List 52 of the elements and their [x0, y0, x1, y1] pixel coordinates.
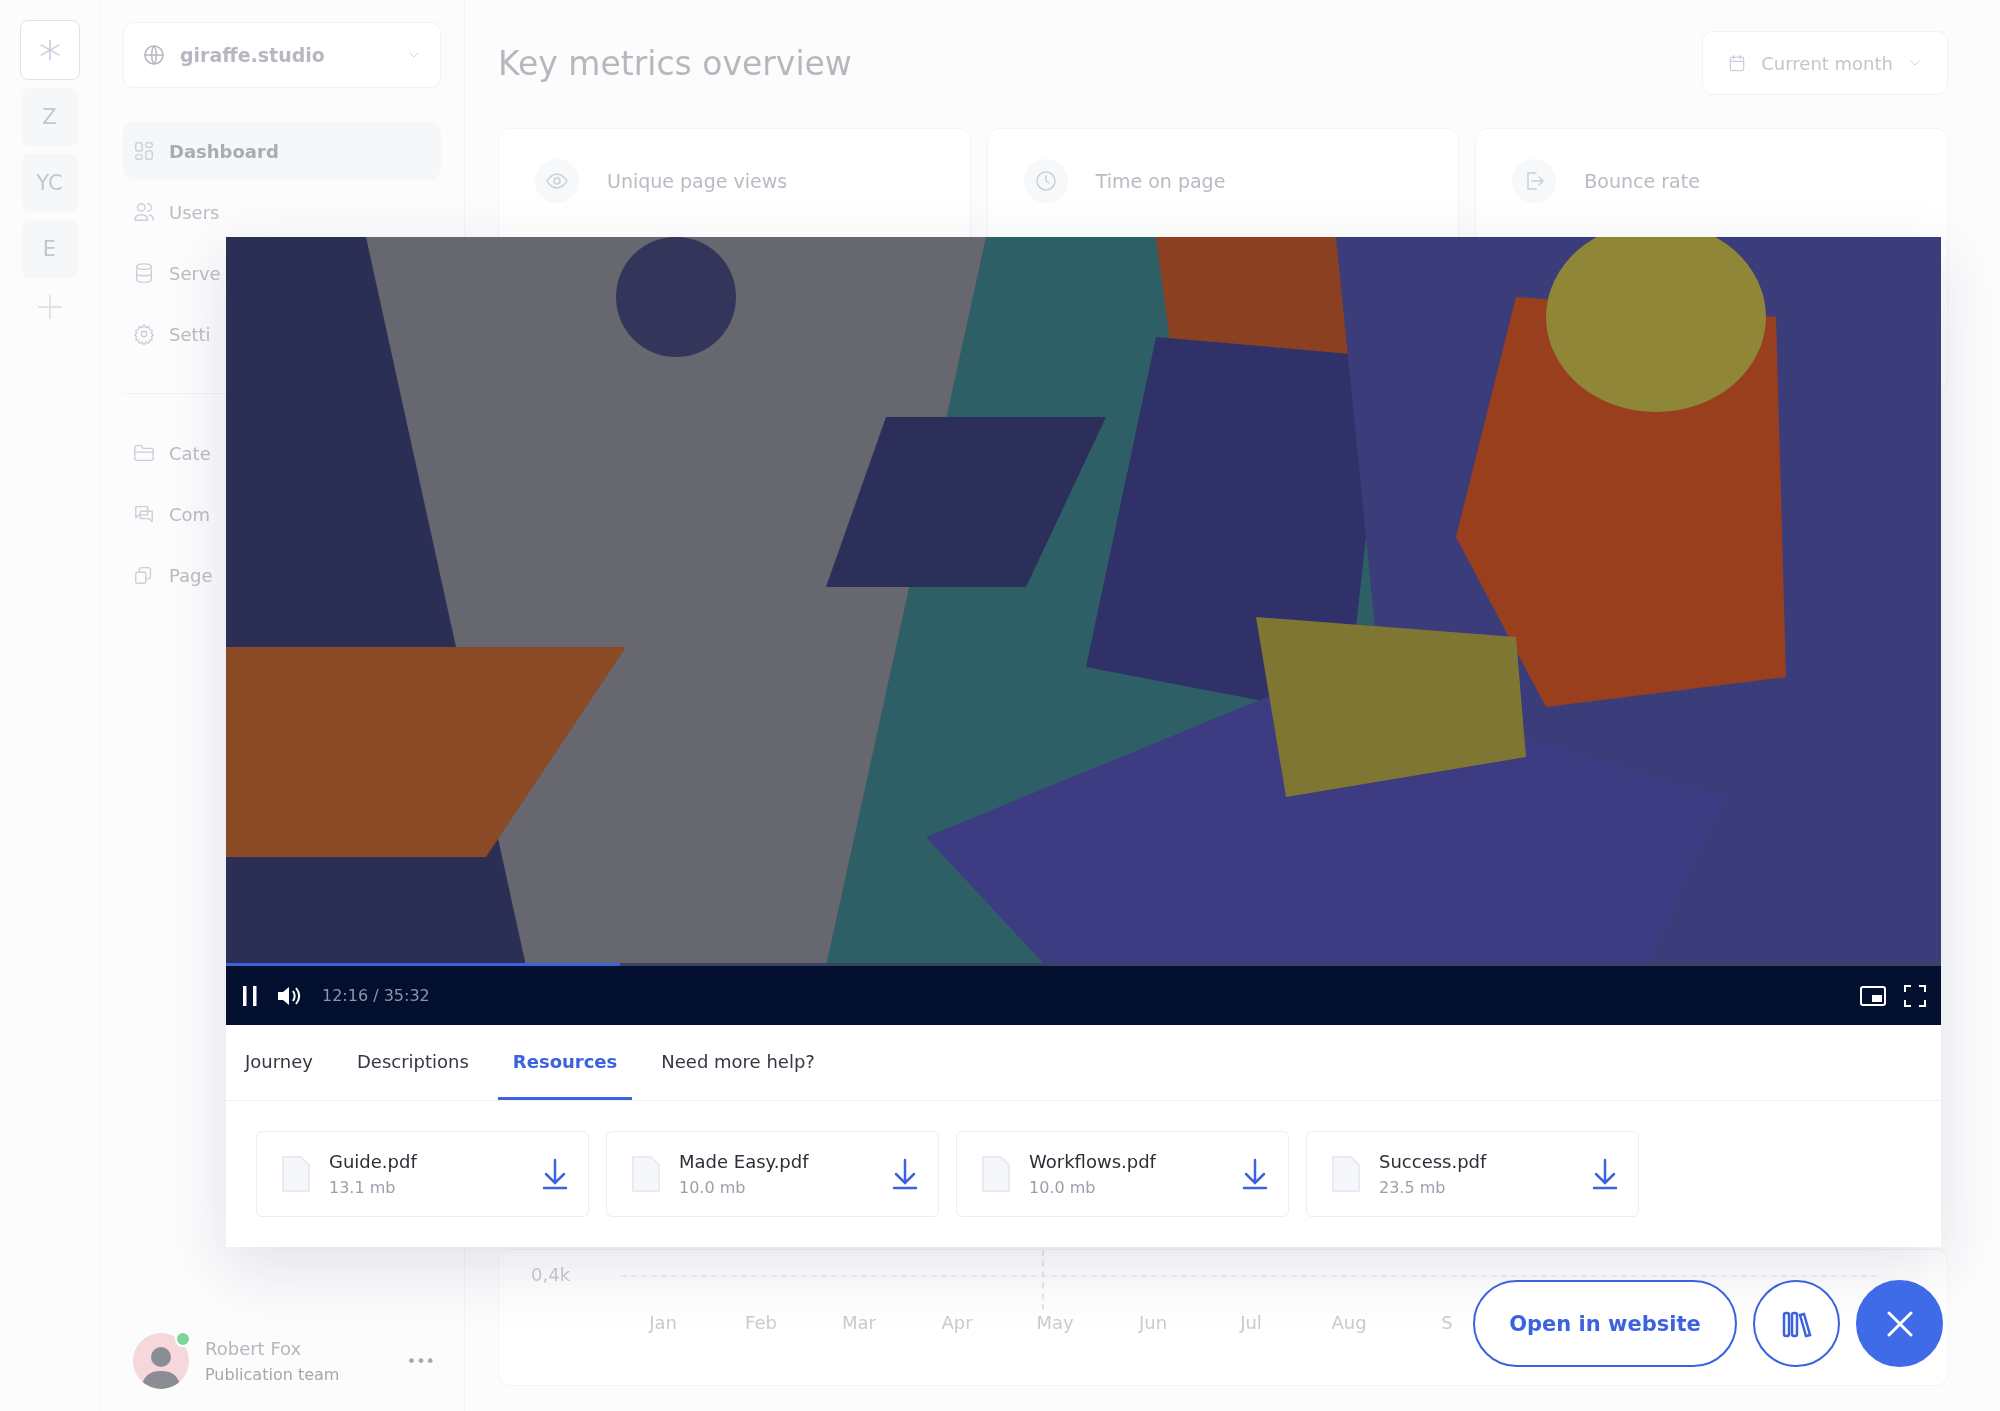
- user-team: Publication team: [205, 1365, 340, 1384]
- metric-label: Unique page views: [607, 169, 788, 194]
- download-button[interactable]: [892, 1158, 918, 1190]
- nav-item[interactable]: Users: [123, 183, 220, 241]
- file-card[interactable]: Workflows.pdf 10.0 mb: [956, 1131, 1289, 1217]
- nav-item[interactable]: Cate: [123, 424, 211, 482]
- clock-icon: [1033, 169, 1058, 193]
- workspace-selector[interactable]: giraffe.studio: [123, 22, 441, 88]
- file-card[interactable]: Guide.pdf 13.1 mb: [256, 1131, 589, 1217]
- file-size: 13.1 mb: [329, 1178, 397, 1197]
- library-icon: [1781, 1309, 1812, 1338]
- download-button[interactable]: [542, 1158, 568, 1190]
- users-icon: [133, 201, 155, 223]
- tab[interactable]: Need more help?: [646, 1025, 830, 1100]
- tab[interactable]: Journey: [230, 1025, 328, 1100]
- nav-item[interactable]: Serve: [123, 244, 221, 302]
- volume-icon[interactable]: [276, 984, 302, 1007]
- file-size: 23.5 mb: [1379, 1178, 1447, 1197]
- database-icon: [133, 262, 155, 284]
- avatar: [133, 1333, 189, 1389]
- pause-icon[interactable]: [240, 984, 260, 1007]
- file-name: Made Easy.pdf: [679, 1151, 809, 1172]
- file-name: Workflows.pdf: [1029, 1151, 1156, 1172]
- file-card[interactable]: Made Easy.pdf 10.0 mb: [606, 1131, 939, 1217]
- folder-icon: [133, 442, 155, 464]
- user-name: Robert Fox: [205, 1338, 303, 1359]
- settings-icon: [133, 323, 155, 345]
- tab[interactable]: Descriptions: [341, 1025, 484, 1100]
- download-button[interactable]: [1242, 1158, 1268, 1190]
- metric-label: Time on page: [1095, 169, 1226, 194]
- chat-icon: [133, 503, 155, 525]
- metric-label: Bounce rate: [1584, 169, 1700, 194]
- file-size: 10.0 mb: [679, 1178, 747, 1197]
- file-size: 10.0 mb: [1029, 1178, 1097, 1197]
- download-button[interactable]: [1592, 1158, 1618, 1190]
- page-title: Key metrics overview: [498, 43, 852, 83]
- fullscreen-icon[interactable]: [1903, 983, 1927, 1008]
- nav-item[interactable]: Com: [123, 485, 211, 543]
- globe-icon: [142, 43, 166, 67]
- open-in-website-button[interactable]: Open in website: [1473, 1280, 1737, 1367]
- file-name: Guide.pdf: [329, 1151, 417, 1172]
- picture-in-picture-icon[interactable]: [1859, 984, 1887, 1007]
- video-time: 12:16 / 35:32: [322, 986, 430, 1005]
- file-name: Success.pdf: [1379, 1151, 1487, 1172]
- nav-item[interactable]: Page: [123, 546, 213, 604]
- more-button[interactable]: •••: [406, 1351, 441, 1371]
- grid-icon: [133, 140, 155, 162]
- period-dropdown[interactable]: Current month: [1702, 31, 1948, 95]
- nav-item[interactable]: Dashboard: [123, 122, 441, 180]
- file-card[interactable]: Success.pdf 23.5 mb: [1306, 1131, 1639, 1217]
- nav-item[interactable]: Setti: [123, 305, 211, 363]
- tab[interactable]: Resources: [497, 1025, 633, 1100]
